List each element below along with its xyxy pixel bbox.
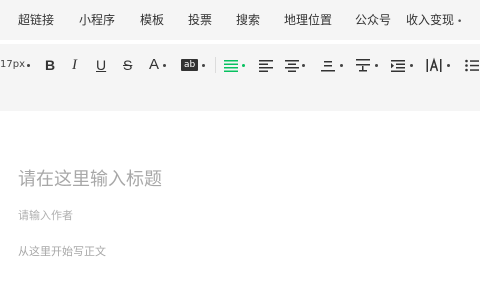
indent-button[interactable] — [391, 57, 405, 73]
chevron-down-icon — [163, 64, 166, 67]
bold-button[interactable]: B — [45, 57, 55, 73]
paragraph-spacing-icon — [356, 59, 370, 72]
menu-monetize[interactable]: 收入变现 • — [406, 12, 462, 30]
paragraph-spacing-button[interactable] — [356, 57, 370, 73]
align-center-button[interactable] — [285, 57, 299, 73]
menu-official-account[interactable]: 公众号 — [355, 12, 391, 28]
italic-button[interactable]: I — [72, 57, 77, 73]
align-left-icon — [259, 60, 273, 72]
chevron-down-icon — [27, 64, 30, 67]
bulleted-list-button[interactable] — [465, 57, 479, 73]
chevron-down-icon: • — [457, 17, 463, 27]
bulleted-list-icon — [465, 59, 479, 72]
menu-search[interactable]: 搜索 — [236, 12, 260, 28]
chevron-down-icon — [447, 64, 450, 67]
underline-button[interactable]: U — [96, 57, 106, 73]
article-title-input[interactable]: 请在这里输入标题 — [18, 168, 162, 192]
font-size-select[interactable]: 17px — [0, 57, 25, 73]
chevron-down-icon — [410, 64, 413, 67]
vertical-spacing-button[interactable] — [321, 57, 335, 73]
letter-spacing-button[interactable] — [426, 57, 442, 73]
letter-spacing-icon — [426, 57, 442, 72]
menu-hyperlink[interactable]: 超链接 — [18, 12, 54, 28]
strikethrough-button[interactable]: S — [123, 57, 132, 73]
chevron-down-icon — [375, 64, 378, 67]
format-toolbar: 17px B I U S A ab — [0, 44, 480, 86]
toolbar-divider — [215, 57, 216, 73]
highlight-button[interactable]: ab — [181, 59, 199, 71]
chevron-down-icon — [202, 64, 205, 67]
menu-mini-program[interactable]: 小程序 — [79, 12, 115, 28]
align-left-button[interactable] — [259, 57, 273, 73]
align-justify-icon — [224, 60, 238, 72]
indent-icon — [391, 60, 405, 72]
chevron-down-icon — [242, 64, 245, 67]
article-body-editor[interactable]: 从这里开始写正文 — [18, 244, 106, 260]
author-input[interactable]: 请输入作者 — [18, 208, 73, 224]
menu-template[interactable]: 模板 — [140, 12, 164, 28]
align-justify-button[interactable] — [224, 57, 238, 73]
menu-monetize-label: 收入变现 — [406, 13, 455, 27]
toolbar-secondary-row — [0, 86, 480, 111]
insert-menubar: 超链接 小程序 模板 投票 搜索 地理位置 公众号 收入变现 • — [0, 0, 480, 40]
chevron-down-icon — [340, 64, 343, 67]
menu-vote[interactable]: 投票 — [188, 12, 212, 28]
menu-location[interactable]: 地理位置 — [284, 12, 332, 28]
align-center-icon — [285, 60, 299, 72]
vertical-align-icon — [321, 61, 335, 72]
chevron-down-icon — [302, 64, 305, 67]
font-color-button[interactable]: A — [149, 57, 159, 73]
